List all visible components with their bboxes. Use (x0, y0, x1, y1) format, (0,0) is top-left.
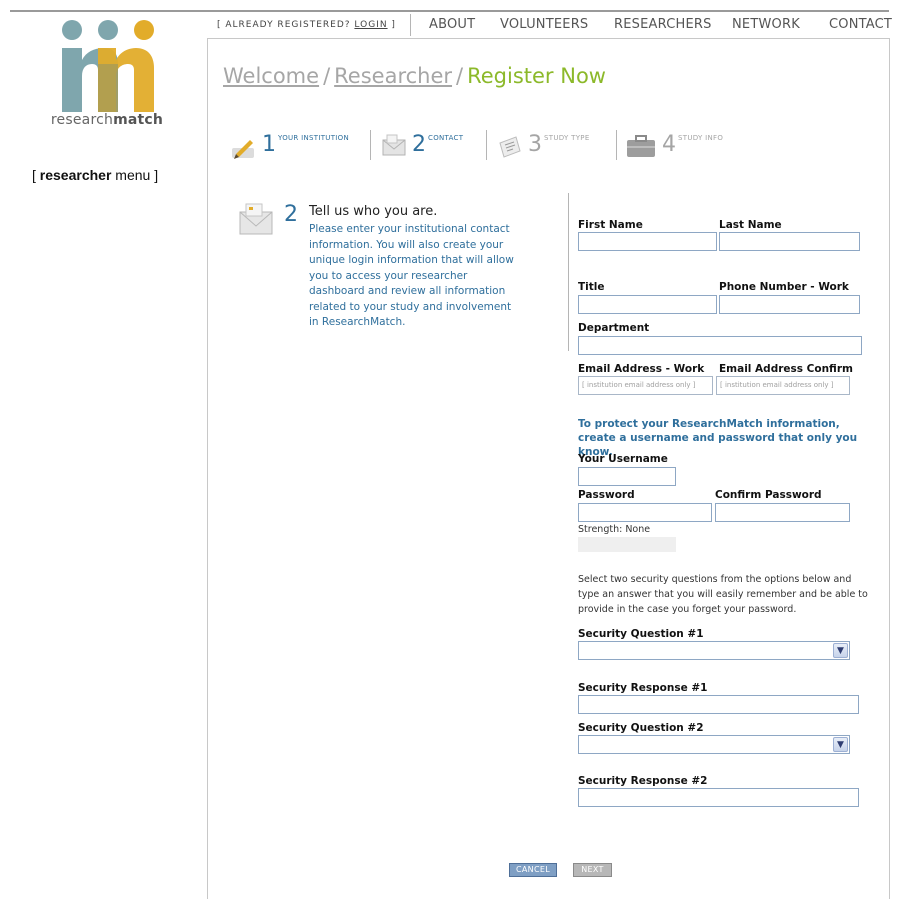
phone-field[interactable] (719, 295, 860, 314)
security-response-2-label: Security Response #2 (578, 775, 708, 787)
email-label: Email Address - Work (578, 363, 705, 375)
email-field[interactable]: [ institution email address only ] (578, 376, 713, 395)
username-field[interactable] (578, 467, 676, 486)
first-name-label: First Name (578, 219, 643, 231)
email-confirm-label: Email Address Confirm (719, 363, 853, 375)
confirm-password-label: Confirm Password (715, 489, 822, 501)
security-response-1-label: Security Response #1 (578, 682, 708, 694)
first-name-field[interactable] (578, 232, 717, 251)
email-confirm-field[interactable]: [ institution email address only ] (716, 376, 850, 395)
password-field[interactable] (578, 503, 712, 522)
last-name-field[interactable] (719, 232, 860, 251)
password-strength-text: Strength: None (578, 524, 651, 535)
title-label: Title (578, 281, 605, 293)
chevron-down-icon[interactable]: ▼ (833, 643, 848, 658)
security-response-2-field[interactable] (578, 788, 859, 807)
security-question-1-label: Security Question #1 (578, 628, 704, 640)
department-field[interactable] (578, 336, 862, 355)
department-label: Department (578, 322, 650, 334)
last-name-label: Last Name (719, 219, 782, 231)
title-field[interactable] (578, 295, 717, 314)
security-questions-note: Select two security questions from the o… (578, 574, 868, 615)
password-strength-meter (578, 537, 676, 552)
username-label: Your Username (578, 453, 668, 465)
chevron-down-icon[interactable]: ▼ (833, 737, 848, 752)
security-response-1-field[interactable] (578, 695, 859, 714)
phone-label: Phone Number - Work (719, 281, 849, 293)
next-button[interactable]: NEXT (573, 863, 612, 877)
confirm-password-field[interactable] (715, 503, 850, 522)
cancel-button[interactable]: CANCEL (509, 863, 557, 877)
password-label: Password (578, 489, 635, 501)
security-question-2-label: Security Question #2 (578, 722, 704, 734)
registration-form: First Name Last Name Title Phone Number … (0, 0, 899, 899)
security-question-1-select[interactable]: ▼ (578, 641, 850, 660)
security-question-2-select[interactable]: ▼ (578, 735, 850, 754)
